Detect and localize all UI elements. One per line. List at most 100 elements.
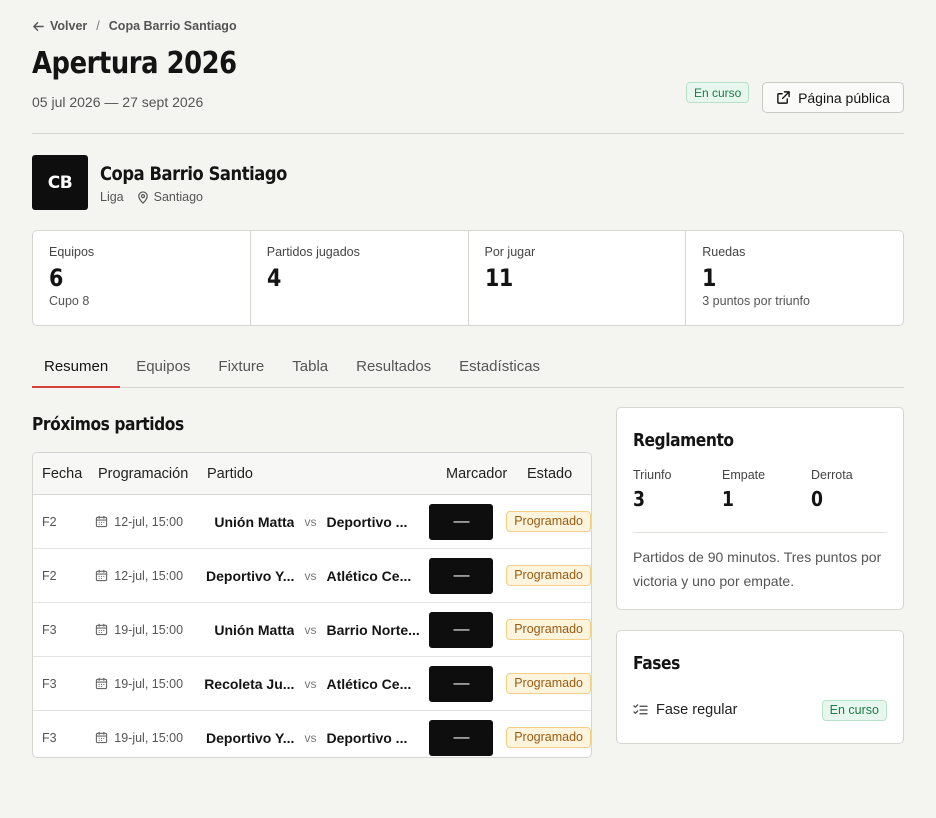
match-schedule: 19-jul, 15:00: [95, 731, 190, 745]
score-box[interactable]: —: [429, 665, 494, 702]
rule-value: 0: [811, 487, 823, 511]
home-team[interactable]: Unión Matta: [198, 514, 294, 530]
table-row[interactable]: F2 12-jul, 15:00 Unión Matta vs Deportiv…: [33, 495, 591, 549]
col-fecha[interactable]: Fecha: [33, 466, 90, 482]
match-schedule: 12-jul, 15:00: [95, 515, 190, 529]
col-partido[interactable]: Partido: [199, 466, 439, 482]
calendar-icon: [95, 731, 108, 744]
match-schedule-label: 19-jul, 15:00: [114, 676, 184, 691]
match-teams: Recoleta Ju... vs Atlético Ce...: [198, 676, 422, 692]
tab-resultados[interactable]: Resultados: [344, 350, 443, 387]
rules-card: Reglamento Triunfo 3 Empate 1 Derrota 0 …: [616, 407, 904, 610]
header-divider: [32, 133, 904, 134]
tab-estadisticas[interactable]: Estadísticas: [447, 350, 552, 387]
col-estado[interactable]: Estado: [520, 466, 591, 482]
table-row[interactable]: F3 19-jul, 15:00 Recoleta Ju... vs Atlét…: [33, 657, 591, 711]
phase-status-badge: En curso: [821, 699, 887, 721]
home-team[interactable]: Deportivo Y...: [198, 568, 294, 584]
score-box[interactable]: —: [429, 611, 494, 648]
match-schedule: 19-jul, 15:00: [95, 677, 190, 691]
stat-sub: Cupo 8: [49, 294, 90, 308]
tab-tabla[interactable]: Tabla: [280, 350, 340, 387]
org-meta: Liga Santiago: [100, 190, 203, 204]
phases-card: Fases Fase regular En curso: [616, 630, 904, 744]
breadcrumb-separator: /: [96, 19, 100, 33]
rule-win: Triunfo 3: [633, 468, 722, 512]
match-round: F2: [42, 568, 57, 583]
match-status-badge: Programado: [506, 511, 591, 532]
match-status-badge: Programado: [506, 727, 591, 748]
rule-value: 3: [633, 487, 645, 511]
match-schedule-label: 12-jul, 15:00: [114, 514, 184, 529]
away-team[interactable]: Atlético Ce...: [326, 676, 422, 692]
vs-label: vs: [304, 622, 317, 637]
calendar-icon: [95, 623, 108, 636]
tab-bar: Resumen Equipos Fixture Tabla Resultados…: [32, 350, 904, 388]
public-page-label: Página pública: [798, 89, 890, 106]
away-team[interactable]: Deportivo ...: [326, 514, 422, 530]
calendar-icon: [95, 515, 108, 528]
phase-name: Fase regular: [633, 702, 737, 718]
score-box[interactable]: —: [429, 719, 494, 756]
tab-equipos[interactable]: Equipos: [124, 350, 202, 387]
match-status-badge: Programado: [506, 619, 591, 640]
table-row[interactable]: F3 19-jul, 15:00 Unión Matta vs Barrio N…: [33, 603, 591, 657]
away-team[interactable]: Deportivo ...: [326, 730, 422, 746]
home-team[interactable]: Unión Matta: [198, 622, 294, 638]
match-round: F3: [42, 622, 57, 637]
table-row[interactable]: F3 19-jul, 15:00 Deportivo Y... vs Depor…: [33, 711, 591, 757]
stat-rounds: Ruedas 1 3 puntos por triunfo: [685, 231, 903, 325]
home-team[interactable]: Recoleta Ju...: [198, 676, 294, 692]
rule-label: Triunfo: [633, 468, 672, 482]
calendar-icon: [95, 569, 108, 582]
match-round: F3: [42, 676, 57, 691]
stat-label: Ruedas: [702, 245, 746, 259]
rules-divider: [633, 532, 887, 533]
match-teams: Unión Matta vs Deportivo ...: [198, 514, 422, 530]
away-team[interactable]: Barrio Norte...: [326, 622, 422, 638]
score-box[interactable]: —: [429, 503, 494, 540]
matches-table: Fecha Programación Partido Marcador Esta…: [32, 452, 592, 758]
stat-teams: Equipos 6 Cupo 8: [33, 231, 250, 325]
home-team[interactable]: Deportivo Y...: [198, 730, 294, 746]
stat-label: Equipos: [49, 245, 95, 259]
stat-value: 4: [266, 264, 281, 292]
match-teams: Deportivo Y... vs Deportivo ...: [198, 730, 422, 746]
phase-item[interactable]: Fase regular En curso: [633, 699, 887, 721]
stat-value: 6: [49, 264, 63, 292]
score-box[interactable]: —: [429, 557, 494, 594]
match-teams: Unión Matta vs Barrio Norte...: [198, 622, 422, 638]
org-location: Santiago: [137, 190, 203, 204]
stat-value: 11: [484, 264, 513, 292]
rule-loss: Derrota 0: [811, 468, 900, 512]
match-schedule-label: 19-jul, 15:00: [114, 622, 184, 637]
match-teams: Deportivo Y... vs Atlético Ce...: [198, 568, 422, 584]
breadcrumb-current[interactable]: Copa Barrio Santiago: [109, 19, 237, 33]
match-schedule-label: 19-jul, 15:00: [114, 730, 184, 745]
col-programacion[interactable]: Programación: [90, 466, 199, 482]
tab-resumen[interactable]: Resumen: [32, 350, 121, 388]
match-schedule-label: 12-jul, 15:00: [114, 568, 184, 583]
rules-description: Partidos de 90 minutos. Tres puntos por …: [633, 549, 882, 589]
tab-fixture[interactable]: Fixture: [206, 350, 276, 387]
public-page-button[interactable]: Página pública: [762, 82, 904, 113]
status-badge: En curso: [686, 82, 750, 103]
rule-label: Derrota: [811, 468, 853, 482]
match-status-badge: Programado: [506, 673, 591, 694]
match-round: F2: [42, 514, 57, 529]
back-link[interactable]: Volver: [32, 19, 87, 33]
breadcrumb: Volver / Copa Barrio Santiago: [32, 19, 237, 33]
matches-title: Próximos partidos: [32, 414, 184, 435]
col-marcador[interactable]: Marcador: [439, 466, 520, 482]
away-team[interactable]: Atlético Ce...: [326, 568, 422, 584]
org-name[interactable]: Copa Barrio Santiago: [100, 162, 287, 186]
stat-sub: 3 puntos por triunfo: [702, 294, 810, 308]
stat-label: Por jugar: [484, 245, 536, 259]
table-header: Fecha Programación Partido Marcador Esta…: [33, 453, 591, 495]
back-label: Volver: [50, 19, 88, 33]
stat-played: Partidos jugados 4: [249, 231, 468, 325]
vs-label: vs: [304, 730, 317, 745]
external-link-icon: [776, 90, 791, 105]
rule-label: Empate: [722, 468, 766, 482]
table-row[interactable]: F2 12-jul, 15:00 Deportivo Y... vs Atlét…: [33, 549, 591, 603]
